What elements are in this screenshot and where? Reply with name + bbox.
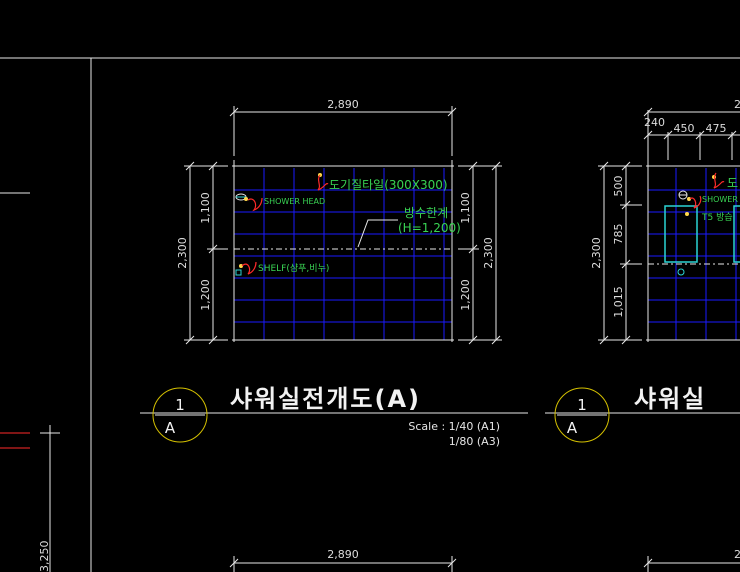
right-upper-height-a: 1,100 xyxy=(459,192,472,224)
bottom-width-dim: 2,890 xyxy=(327,548,359,561)
detail-letter-a: A xyxy=(165,419,176,437)
shower-head-label: SHOWER HEAD xyxy=(264,197,325,206)
scale-line2-a: 1/80 (A3) xyxy=(449,435,500,448)
tile-leader-a xyxy=(317,173,329,191)
elevation-b: 2, 240 450 475 2,300 500 785 1,015 xyxy=(545,98,740,443)
shower-head-icon xyxy=(235,193,263,212)
scale-line1-a: Scale : 1/40 (A1) xyxy=(408,420,500,433)
detail-letter-b: A xyxy=(567,419,578,437)
drawing-title-a: 샤워실전개도(A) xyxy=(230,385,421,413)
left-1015-b: 1,015 xyxy=(612,286,625,318)
shower-label-partial-b: SHOWER xyxy=(702,195,738,204)
waterproof-label-line1: 방수한계 xyxy=(404,206,448,220)
sheet-frame xyxy=(0,57,740,572)
cad-drawing-canvas: 3,250 2,890 2,300 1,100 1,200 1,100 1,20… xyxy=(0,57,740,572)
waterproof-label-line2: (H=1,200) xyxy=(398,221,461,235)
t5-label-partial-b: T5 방습 xyxy=(701,212,733,223)
left-dimension-a xyxy=(184,161,228,345)
dim-475-b: 475 xyxy=(706,122,727,135)
left-500-b: 500 xyxy=(612,176,625,197)
tile-label-a: 도기질타일(300X300) xyxy=(329,178,448,192)
right-total-height-a-label: 2,300 xyxy=(482,237,495,269)
detail-number-b: 1 xyxy=(577,396,587,414)
shelf-icon xyxy=(235,261,257,276)
left-panel-fragment: 3,250 xyxy=(0,425,60,572)
detail-number-a: 1 xyxy=(175,396,185,414)
dim-240-b: 240 xyxy=(644,116,665,129)
tile-grid-b xyxy=(648,168,740,340)
top-dimension-a xyxy=(229,106,457,156)
drawing-title-partial-b: 샤워실 xyxy=(634,385,706,413)
bottom-width-dim-partial: 2 xyxy=(734,548,740,561)
top-dim-partial-b: 2, xyxy=(734,98,740,111)
left-total-b: 2,300 xyxy=(590,237,603,269)
dim-450-b: 450 xyxy=(674,122,695,135)
left-upper-height-a: 1,100 xyxy=(199,192,212,224)
right-lower-height-a: 1,200 xyxy=(459,279,472,311)
elevation-a: 2,890 2,300 1,100 1,200 1,100 1,200 2,30… xyxy=(140,98,528,448)
right-dimension-a xyxy=(458,161,502,345)
tile-grid-a xyxy=(233,168,452,340)
left-vertical-dim: 3,250 xyxy=(38,541,51,572)
shelf-label: SHELF(샴푸,비누) xyxy=(258,263,329,274)
left-lower-height-a: 1,200 xyxy=(199,279,212,311)
width-dimension-a: 2,890 xyxy=(327,98,359,111)
wall-outline-b xyxy=(646,110,740,342)
tile-label-partial-b: 도 xyxy=(727,176,738,190)
left-785-b: 785 xyxy=(612,224,625,245)
bottom-dimensions xyxy=(229,556,740,572)
left-total-height-a: 2,300 xyxy=(176,237,189,269)
